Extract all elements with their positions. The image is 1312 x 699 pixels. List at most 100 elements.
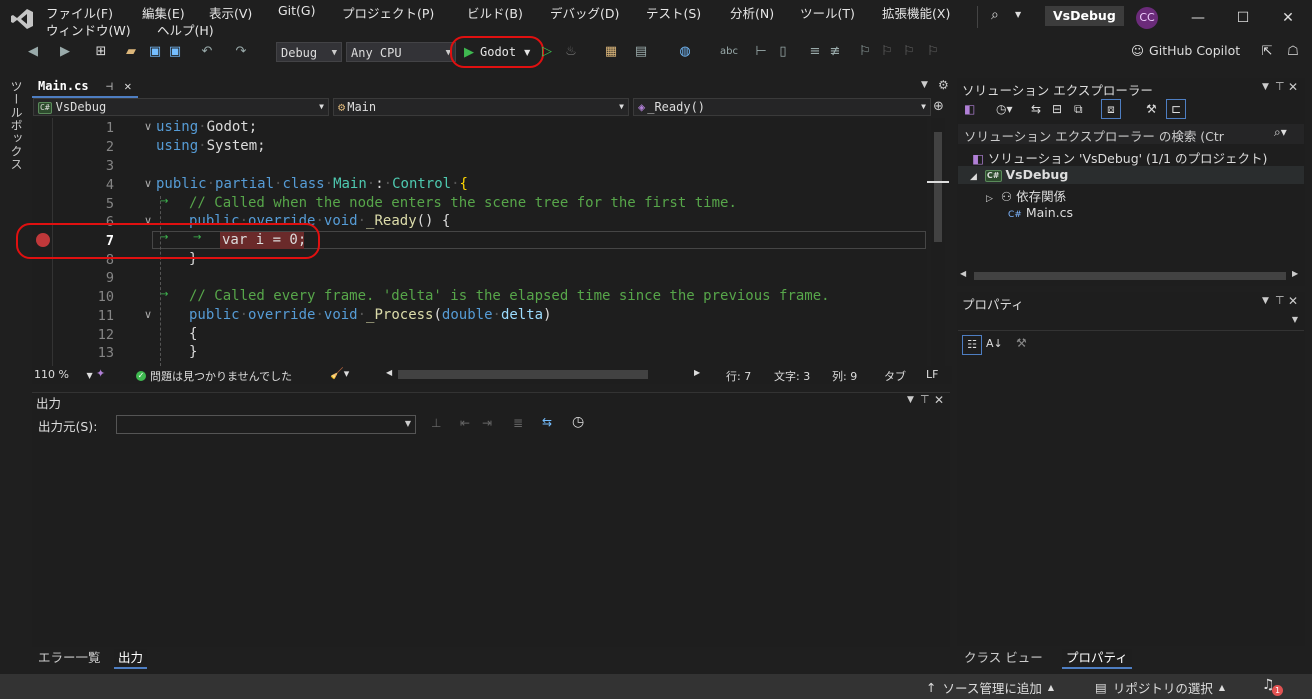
next-message-icon[interactable]: ⇥: [482, 416, 492, 430]
menu-view[interactable]: 表示(V): [209, 3, 252, 22]
close-window-button[interactable]: ✕: [1278, 8, 1298, 28]
issues-indicator[interactable]: ✓ 問題は見つかりませんでした: [136, 368, 292, 384]
tree-project[interactable]: ◢ C# VsDebug: [970, 167, 1068, 182]
view-toggle-button[interactable]: ⧈: [1101, 99, 1121, 119]
alphabetical-icon[interactable]: A↓: [986, 337, 1003, 350]
eol-indicator[interactable]: LF: [926, 368, 938, 381]
scroll-left-icon[interactable]: ◀: [386, 368, 392, 377]
add-to-source-control-button[interactable]: ↑ ソース管理に追加 ▲: [926, 678, 1054, 697]
new-item-icon[interactable]: ⊞: [92, 43, 110, 61]
tree-solution[interactable]: ◧ ソリューション 'VsDebug' (1/1 のプロジェクト): [972, 148, 1267, 167]
history-icon[interactable]: ◷▾: [996, 102, 1013, 116]
share-icon[interactable]: ⇱: [1258, 43, 1276, 61]
tab-mode-indicator[interactable]: タブ: [884, 368, 906, 384]
select-repository-button[interactable]: ▤ リポジトリの選択 ▲: [1095, 678, 1225, 697]
forward-icon[interactable]: ▶: [56, 43, 74, 61]
menu-help[interactable]: ヘルプ(H): [157, 20, 214, 39]
preview-toggle-button[interactable]: ⊏: [1166, 99, 1186, 119]
tab-properties[interactable]: プロパティ: [1062, 649, 1132, 669]
uncomment-icon[interactable]: ≢: [826, 43, 844, 61]
tab-output[interactable]: 出力: [114, 649, 148, 669]
menu-tools[interactable]: ツール(T): [800, 3, 855, 22]
open-folder-icon[interactable]: ▰: [122, 43, 140, 61]
scroll-left-icon[interactable]: ◀: [960, 269, 966, 278]
solution-search-input[interactable]: ソリューション エクスプローラー の検索 (Ctr ⌕▾: [958, 124, 1304, 144]
horizontal-scrollbar-thumb[interactable]: [398, 370, 648, 379]
account-avatar[interactable]: CC: [1136, 7, 1158, 29]
chevron-down-icon[interactable]: ▼: [1262, 296, 1269, 306]
find-message-icon[interactable]: ⊥: [431, 416, 441, 430]
minimize-button[interactable]: —: [1188, 8, 1208, 28]
undo-icon[interactable]: ↶: [198, 43, 216, 61]
back-icon[interactable]: ◀: [24, 43, 42, 61]
tab-class-view[interactable]: クラス ビュー: [960, 649, 1047, 667]
toolbox-tab[interactable]: ツールボックス: [8, 80, 25, 171]
menu-project[interactable]: プロジェクト(P): [342, 3, 434, 22]
tree-file-main-cs[interactable]: C# Main.cs: [1008, 205, 1073, 220]
menu-test[interactable]: テスト(S): [646, 3, 701, 22]
close-icon[interactable]: ✕: [934, 393, 944, 407]
solution-horizontal-scrollbar[interactable]: ◀ ▶: [958, 269, 1304, 282]
collapse-icon[interactable]: ∨: [144, 177, 152, 190]
save-all-icon[interactable]: ▣: [166, 43, 184, 61]
scroll-right-icon[interactable]: ▶: [1292, 269, 1298, 278]
start-without-debugging-icon[interactable]: ▷: [538, 43, 556, 61]
wrench-icon[interactable]: ⚒: [1146, 102, 1157, 116]
feedback-icon[interactable]: ☖: [1284, 43, 1302, 61]
pin-icon[interactable]: ⊣: [106, 79, 113, 93]
clock-icon[interactable]: ◷: [572, 414, 584, 430]
close-icon[interactable]: ✕: [1288, 294, 1298, 308]
tab-main-cs[interactable]: Main.cs ⊣ ✕: [32, 78, 138, 98]
properties-object-select[interactable]: ▼: [958, 312, 1304, 331]
platform-select[interactable]: Any CPU ▼: [346, 42, 456, 62]
menu-window[interactable]: ウィンドウ(W): [46, 20, 131, 39]
start-debugging-button[interactable]: ▶ Godot ▼: [450, 36, 544, 68]
bookmark-prev-icon[interactable]: ⚐: [878, 43, 896, 61]
tree-dependencies[interactable]: ▷ ⚇ 依存関係: [986, 186, 1066, 205]
tab-list-dropdown-icon[interactable]: ▼: [921, 80, 928, 90]
collapse-icon[interactable]: ∨: [144, 120, 152, 133]
search-button[interactable]: ⌕ ▼: [985, 6, 1025, 28]
close-icon[interactable]: ✕: [1288, 80, 1298, 94]
solution-name-badge[interactable]: VsDebug: [1045, 6, 1124, 26]
redo-icon[interactable]: ↷: [232, 43, 250, 61]
window-layout-icon[interactable]: ▤: [632, 43, 650, 61]
comment-icon[interactable]: ≡: [806, 43, 824, 61]
folder-icon[interactable]: ▦: [602, 43, 620, 61]
bookmark-clear-icon[interactable]: ⚐: [924, 43, 942, 61]
browser-link-icon[interactable]: ◍: [676, 43, 694, 61]
maximize-button[interactable]: ☐: [1233, 8, 1253, 28]
scrollbar-thumb[interactable]: [934, 132, 942, 242]
project-nav-select[interactable]: C# VsDebug ▼: [33, 98, 329, 116]
solution-config-select[interactable]: Debug ▼: [276, 42, 342, 62]
show-all-files-icon[interactable]: ⧉: [1074, 102, 1083, 117]
property-pages-icon[interactable]: ⚒: [1016, 336, 1027, 350]
spell-check-icon[interactable]: abc: [720, 43, 738, 61]
hot-reload-icon[interactable]: ♨: [562, 43, 580, 61]
editor-vertical-scrollbar[interactable]: [927, 118, 949, 366]
menu-build[interactable]: ビルド(B): [467, 3, 523, 22]
class-nav-select[interactable]: ⚙ Main ▼: [333, 98, 629, 116]
member-nav-select[interactable]: ◈ _Ready() ▼: [633, 98, 931, 116]
vs-switch-icon[interactable]: ◧: [964, 102, 975, 116]
menu-extensions[interactable]: 拡張機能(X): [882, 3, 950, 22]
sync-icon[interactable]: ⇆: [1031, 102, 1041, 116]
categorized-button[interactable]: ☷: [962, 335, 982, 355]
tab-error-list[interactable]: エラー一覧: [34, 649, 105, 667]
save-icon[interactable]: ▣: [146, 43, 164, 61]
menu-git[interactable]: Git(G): [278, 3, 316, 18]
gear-icon[interactable]: ⚙: [938, 78, 949, 92]
scrollbar-thumb[interactable]: [974, 272, 1286, 280]
notifications-button[interactable]: ♫ 1: [1262, 677, 1283, 696]
chevron-down-icon[interactable]: ▼: [907, 395, 914, 405]
prev-message-icon[interactable]: ⇤: [460, 416, 470, 430]
chevron-down-icon[interactable]: ▼: [1262, 82, 1269, 92]
char-indicator[interactable]: 文字: 3: [774, 368, 810, 384]
collapse-icon[interactable]: ∨: [144, 308, 152, 321]
line-indicator[interactable]: 行: 7: [726, 368, 751, 384]
col-indicator[interactable]: 列: 9: [832, 368, 857, 384]
pin-icon[interactable]: ⊤: [1275, 294, 1285, 307]
menu-analyze[interactable]: 分析(N): [730, 3, 774, 22]
menu-debug[interactable]: デバッグ(D): [550, 3, 619, 22]
cleanup-icon[interactable]: 🧹▾: [330, 367, 349, 380]
